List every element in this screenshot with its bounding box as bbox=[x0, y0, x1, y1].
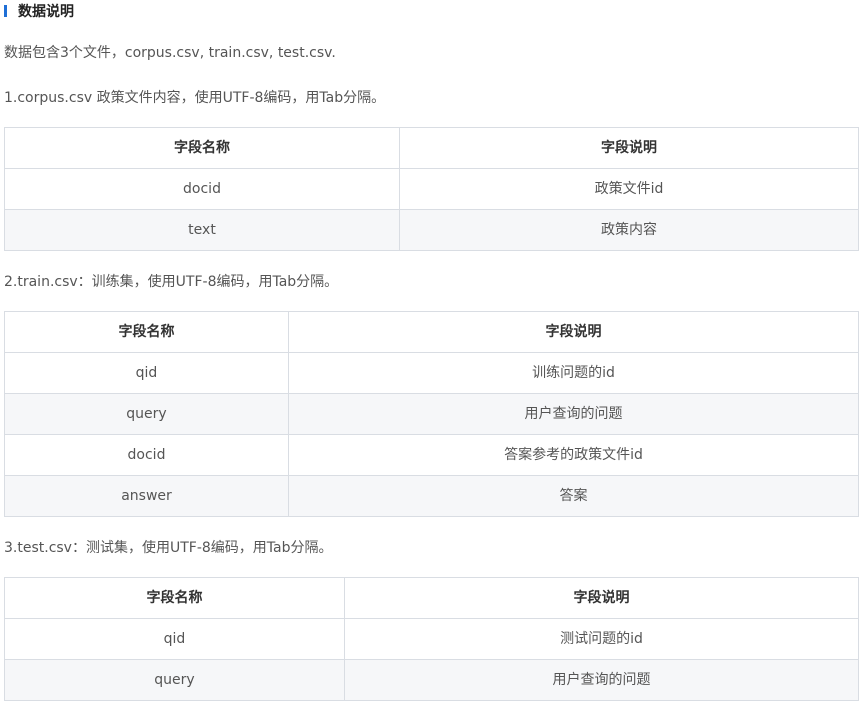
field-desc-cell: 答案参考的政策文件id bbox=[288, 434, 859, 476]
corpus-table: 字段名称 字段说明 docid 政策文件id text 政策内容 bbox=[4, 127, 859, 251]
column-header-field-desc: 字段说明 bbox=[344, 577, 859, 619]
train-description: 2.train.csv：训练集，使用UTF-8编码，用Tab分隔。 bbox=[4, 274, 339, 290]
field-name-cell: docid bbox=[4, 434, 289, 476]
table-header-row: 字段名称 字段说明 bbox=[4, 577, 859, 619]
test-table: 字段名称 字段说明 qid 测试问题的id query 用户查询的问题 bbox=[4, 577, 859, 701]
table-row: text 政策内容 bbox=[4, 209, 859, 251]
corpus-description: 1.corpus.csv 政策文件内容，使用UTF-8编码，用Tab分隔。 bbox=[4, 90, 386, 106]
column-header-field-name: 字段名称 bbox=[4, 311, 289, 353]
field-name-cell: query bbox=[4, 659, 345, 701]
field-name-cell: qid bbox=[4, 352, 289, 394]
field-name-cell: docid bbox=[4, 168, 400, 210]
section-heading: 数据说明 bbox=[4, 1, 74, 21]
table-row: qid 训练问题的id bbox=[4, 352, 859, 394]
field-desc-cell: 测试问题的id bbox=[344, 618, 859, 660]
section-title: 数据说明 bbox=[18, 4, 74, 20]
table-row: docid 政策文件id bbox=[4, 168, 859, 210]
table-header-row: 字段名称 字段说明 bbox=[4, 127, 859, 169]
heading-accent-bar bbox=[4, 5, 7, 17]
column-header-field-desc: 字段说明 bbox=[399, 127, 859, 169]
field-desc-cell: 用户查询的问题 bbox=[344, 659, 859, 701]
field-desc-cell: 答案 bbox=[288, 475, 859, 517]
field-desc-cell: 用户查询的问题 bbox=[288, 393, 859, 435]
field-name-cell: text bbox=[4, 209, 400, 251]
field-name-cell: query bbox=[4, 393, 289, 435]
field-name-cell: qid bbox=[4, 618, 345, 660]
test-description: 3.test.csv：测试集，使用UTF-8编码，用Tab分隔。 bbox=[4, 540, 333, 556]
field-desc-cell: 训练问题的id bbox=[288, 352, 859, 394]
field-desc-cell: 政策内容 bbox=[399, 209, 859, 251]
table-row: answer 答案 bbox=[4, 475, 859, 517]
column-header-field-desc: 字段说明 bbox=[288, 311, 859, 353]
table-header-row: 字段名称 字段说明 bbox=[4, 311, 859, 353]
field-desc-cell: 政策文件id bbox=[399, 168, 859, 210]
intro-text: 数据包含3个文件，corpus.csv, train.csv, test.csv… bbox=[4, 45, 336, 61]
column-header-field-name: 字段名称 bbox=[4, 127, 400, 169]
table-row: query 用户查询的问题 bbox=[4, 393, 859, 435]
field-name-cell: answer bbox=[4, 475, 289, 517]
table-row: qid 测试问题的id bbox=[4, 618, 859, 660]
table-row: query 用户查询的问题 bbox=[4, 659, 859, 701]
train-table: 字段名称 字段说明 qid 训练问题的id query 用户查询的问题 doci… bbox=[4, 311, 859, 517]
table-row: docid 答案参考的政策文件id bbox=[4, 434, 859, 476]
column-header-field-name: 字段名称 bbox=[4, 577, 345, 619]
